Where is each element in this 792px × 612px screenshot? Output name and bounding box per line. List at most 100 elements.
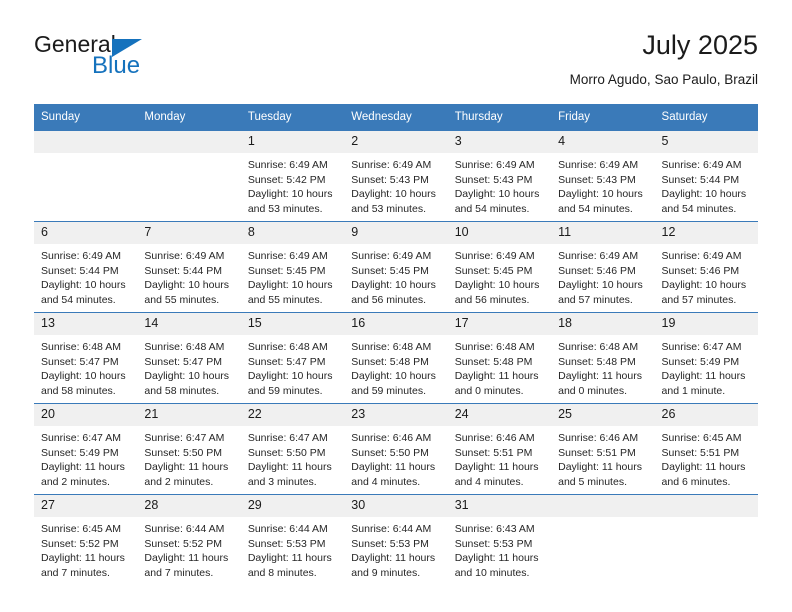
calendar-day-cell[interactable]: 27 Sunrise: 6:45 AM Sunset: 5:52 PM Dayligh… (34, 494, 138, 585)
day-number: 30 (344, 495, 448, 517)
day-number: 5 (654, 131, 758, 153)
sunset-text: Sunset: 5:48 PM (454, 355, 533, 368)
calendar-day-cell[interactable]: 10 Sunrise: 6:49 AM Sunset: 5:45 PM Dayligh… (447, 221, 552, 313)
calendar-day-cell[interactable]: 6 Sunrise: 6:49 AM Sunset: 5:44 PM Daylight… (34, 221, 138, 313)
calendar-day-cell[interactable]: 20 Sunrise: 6:47 AM Sunset: 5:49 PM Dayligh… (34, 403, 138, 495)
daylight-text-line2: and 57 minutes. (558, 293, 633, 306)
calendar-day-cell[interactable]: 21 Sunrise: 6:47 AM Sunset: 5:50 PM Dayligh… (137, 403, 241, 495)
sunset-text: Sunset: 5:44 PM (144, 264, 223, 277)
day-sun-info: Sunrise: 6:49 AM Sunset: 5:43 PM Daylight:… (448, 153, 551, 216)
daylight-text-line2: and 9 minutes. (351, 566, 421, 579)
day-sun-info: Sunrise: 6:47 AM Sunset: 5:50 PM Daylight:… (137, 426, 240, 489)
sunrise-text: Sunrise: 6:48 AM (558, 341, 639, 353)
sunrise-text: Sunrise: 6:48 AM (454, 341, 535, 353)
day-number: 13 (34, 313, 138, 335)
sunset-text: Sunset: 5:52 PM (144, 537, 223, 550)
daylight-text-line1: Daylight: 10 hours (351, 188, 436, 201)
calendar-day-cell[interactable]: 30 Sunrise: 6:44 AM Sunset: 5:53 PM Dayligh… (344, 494, 448, 585)
sunrise-text: Sunrise: 6:49 AM (351, 250, 432, 262)
calendar-day-cell[interactable]: 14 Sunrise: 6:48 AM Sunset: 5:47 PM Dayligh… (137, 312, 241, 404)
day-cell-inner: 29 Sunrise: 6:44 AM Sunset: 5:53 PM Dayligh… (240, 495, 345, 585)
sunrise-text: Sunrise: 6:46 AM (454, 432, 535, 444)
sunrise-text: Sunrise: 6:49 AM (351, 159, 432, 171)
sunrise-text: Sunrise: 6:49 AM (144, 250, 225, 262)
daylight-text-line1: Daylight: 11 hours (661, 461, 746, 474)
calendar-day-cell[interactable]: 15 Sunrise: 6:48 AM Sunset: 5:47 PM Dayligh… (240, 312, 345, 404)
calendar-day-cell-empty (654, 494, 758, 585)
calendar-day-cell[interactable]: 25 Sunrise: 6:46 AM Sunset: 5:51 PM Dayligh… (551, 403, 655, 495)
day-sun-info: Sunrise: 6:49 AM Sunset: 5:46 PM Daylight:… (551, 244, 654, 307)
daylight-text-line1: Daylight: 10 hours (247, 279, 333, 292)
calendar-day-cell[interactable]: 17 Sunrise: 6:48 AM Sunset: 5:48 PM Dayligh… (447, 312, 552, 404)
daylight-text-line2: and 54 minutes. (558, 202, 633, 215)
daylight-text-line1: Daylight: 11 hours (454, 370, 539, 383)
day-cell-inner: 10 Sunrise: 6:49 AM Sunset: 5:45 PM Dayligh… (447, 222, 552, 312)
calendar-day-cell[interactable]: 12 Sunrise: 6:49 AM Sunset: 5:46 PM Dayligh… (654, 221, 758, 313)
calendar-day-cell[interactable]: 9 Sunrise: 6:49 AM Sunset: 5:45 PM Daylight… (344, 221, 448, 313)
day-number: 22 (240, 404, 345, 426)
sunset-text: Sunset: 5:50 PM (247, 446, 326, 459)
sunset-text: Sunset: 5:44 PM (41, 264, 119, 277)
day-sun-info: Sunrise: 6:47 AM Sunset: 5:49 PM Daylight:… (655, 335, 758, 398)
sunset-text: Sunset: 5:42 PM (247, 173, 326, 186)
calendar-day-cell[interactable]: 3 Sunrise: 6:49 AM Sunset: 5:43 PM Daylight… (447, 130, 552, 222)
day-sun-info: Sunrise: 6:49 AM Sunset: 5:46 PM Daylight:… (655, 244, 758, 307)
calendar-day-cell[interactable]: 29 Sunrise: 6:44 AM Sunset: 5:53 PM Dayligh… (240, 494, 345, 585)
day-number: 6 (34, 222, 138, 244)
calendar-day-cell[interactable]: 22 Sunrise: 6:47 AM Sunset: 5:50 PM Dayligh… (240, 403, 345, 495)
day-number: 18 (551, 313, 655, 335)
day-sun-info: Sunrise: 6:43 AM Sunset: 5:53 PM Daylight:… (448, 517, 551, 580)
sunrise-text: Sunrise: 6:43 AM (454, 523, 535, 535)
calendar-day-cell[interactable]: 26 Sunrise: 6:45 AM Sunset: 5:51 PM Dayligh… (654, 403, 758, 495)
calendar-day-cell[interactable]: 11 Sunrise: 6:49 AM Sunset: 5:46 PM Dayligh… (551, 221, 655, 313)
sunrise-text: Sunrise: 6:47 AM (661, 341, 742, 353)
daylight-text-line1: Daylight: 10 hours (454, 188, 540, 201)
day-cell-inner: 20 Sunrise: 6:47 AM Sunset: 5:49 PM Dayligh… (34, 404, 138, 494)
calendar-day-cell[interactable]: 4 Sunrise: 6:49 AM Sunset: 5:43 PM Daylight… (551, 130, 655, 222)
sunset-text: Sunset: 5:47 PM (144, 355, 223, 368)
calendar-day-cell[interactable]: 2 Sunrise: 6:49 AM Sunset: 5:43 PM Daylight… (344, 130, 448, 222)
calendar-day-cell[interactable]: 19 Sunrise: 6:47 AM Sunset: 5:49 PM Dayligh… (654, 312, 758, 404)
daylight-text-line2: and 59 minutes. (247, 384, 323, 397)
day-sun-info: Sunrise: 6:49 AM Sunset: 5:45 PM Daylight:… (241, 244, 344, 307)
calendar-day-cell[interactable]: 24 Sunrise: 6:46 AM Sunset: 5:51 PM Dayligh… (447, 403, 552, 495)
calendar-day-cell[interactable]: 16 Sunrise: 6:48 AM Sunset: 5:48 PM Dayligh… (344, 312, 448, 404)
sunset-text: Sunset: 5:43 PM (454, 173, 533, 186)
day-cell-inner: 14 Sunrise: 6:48 AM Sunset: 5:47 PM Dayligh… (137, 313, 241, 403)
sunrise-text: Sunrise: 6:45 AM (41, 523, 121, 535)
daylight-text-line2: and 54 minutes. (454, 202, 530, 215)
sunset-text: Sunset: 5:53 PM (351, 537, 429, 550)
daylight-text-line2: and 2 minutes. (144, 475, 214, 488)
calendar-day-cell[interactable]: 1 Sunrise: 6:49 AM Sunset: 5:42 PM Daylight… (240, 130, 345, 222)
calendar-day-cell[interactable]: 5 Sunrise: 6:49 AM Sunset: 5:44 PM Daylight… (654, 130, 758, 222)
sunset-text: Sunset: 5:47 PM (247, 355, 326, 368)
day-number: 19 (654, 313, 758, 335)
calendar-day-cell[interactable]: 31 Sunrise: 6:43 AM Sunset: 5:53 PM Dayligh… (447, 494, 552, 585)
daylight-text-line1: Daylight: 10 hours (558, 279, 643, 292)
day-number: 2 (344, 131, 448, 153)
sunrise-text: Sunrise: 6:47 AM (247, 432, 328, 444)
general-blue-logo[interactable]: General Blue (34, 32, 264, 90)
daylight-text-line2: and 59 minutes. (351, 384, 426, 397)
calendar-week-row: 20 Sunrise: 6:47 AM Sunset: 5:49 PM Dayligh… (34, 403, 758, 495)
daylight-text-line1: Daylight: 10 hours (144, 279, 230, 292)
sunrise-text: Sunrise: 6:49 AM (247, 159, 328, 171)
calendar-day-cell[interactable]: 7 Sunrise: 6:49 AM Sunset: 5:44 PM Daylight… (137, 221, 241, 313)
daylight-text-line1: Daylight: 11 hours (247, 552, 332, 565)
day-sun-info: Sunrise: 6:44 AM Sunset: 5:53 PM Daylight:… (241, 517, 344, 580)
day-number: 24 (447, 404, 552, 426)
calendar-day-cell[interactable]: 28 Sunrise: 6:44 AM Sunset: 5:52 PM Dayligh… (137, 494, 241, 585)
sunrise-text: Sunrise: 6:49 AM (558, 159, 639, 171)
daylight-text-line1: Daylight: 11 hours (247, 461, 332, 474)
calendar-day-cell[interactable]: 13 Sunrise: 6:48 AM Sunset: 5:47 PM Dayligh… (34, 312, 138, 404)
sunset-text: Sunset: 5:50 PM (144, 446, 223, 459)
title-block: July 2025 Morro Agudo, Sao Paulo, Brazil (570, 28, 758, 90)
calendar-day-cell[interactable]: 23 Sunrise: 6:46 AM Sunset: 5:50 PM Dayligh… (344, 403, 448, 495)
calendar-day-cell[interactable]: 8 Sunrise: 6:49 AM Sunset: 5:45 PM Daylight… (240, 221, 345, 313)
day-cell-inner: 17 Sunrise: 6:48 AM Sunset: 5:48 PM Dayligh… (447, 313, 552, 403)
daylight-text-line1: Daylight: 10 hours (41, 279, 126, 292)
day-sun-info: Sunrise: 6:48 AM Sunset: 5:47 PM Daylight:… (241, 335, 344, 398)
calendar-day-cell[interactable]: 18 Sunrise: 6:48 AM Sunset: 5:48 PM Dayligh… (551, 312, 655, 404)
sunset-text: Sunset: 5:53 PM (247, 537, 326, 550)
day-sun-info: Sunrise: 6:48 AM Sunset: 5:48 PM Daylight:… (344, 335, 447, 398)
